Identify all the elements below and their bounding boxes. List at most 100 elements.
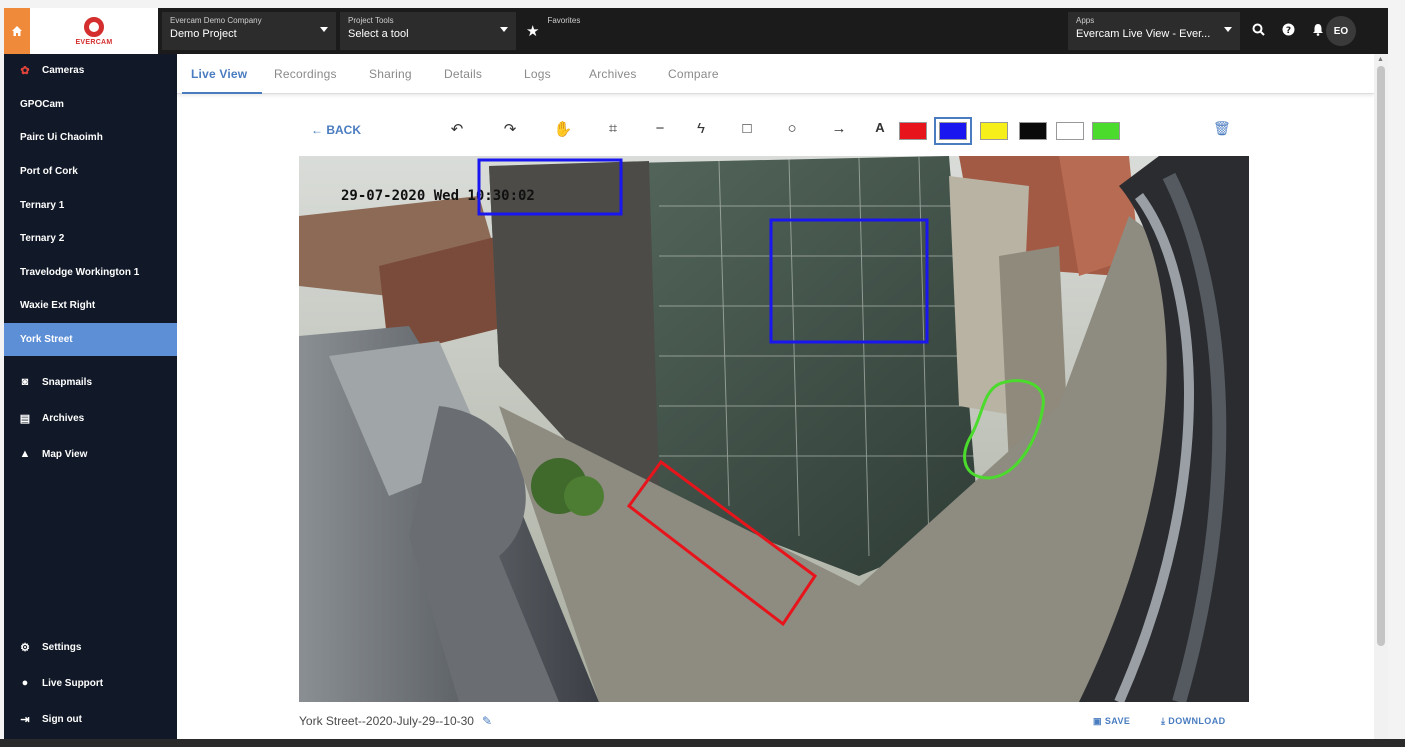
- circle-tool-icon[interactable]: ○: [782, 120, 802, 137]
- map-icon: ▲: [19, 448, 31, 461]
- color-swatch[interactable]: [899, 122, 927, 140]
- download-label: DOWNLOAD: [1168, 716, 1226, 726]
- apps-label: Apps: [1076, 16, 1095, 25]
- arrow-tool-icon[interactable]: →: [829, 120, 849, 137]
- pencil-icon[interactable]: ✎: [482, 714, 492, 728]
- sidebar-cameras-header[interactable]: ✿ Cameras: [4, 54, 177, 88]
- sidebar-item-label: Settings: [42, 641, 82, 653]
- sidebar-camera-item[interactable]: Port of Cork: [4, 155, 177, 189]
- company-label: Evercam Demo Company: [170, 16, 262, 25]
- save-label: SAVE: [1104, 716, 1131, 726]
- sidebar-item-label: Sign out: [42, 713, 82, 725]
- sidebar-camera-item[interactable]: Travelodge Workington 1: [4, 256, 177, 290]
- sidebar-camera-item[interactable]: Pairc Ui Chaoimh: [4, 121, 177, 155]
- scrollbar-thumb[interactable]: [1377, 66, 1385, 646]
- sidebar-item-map-view[interactable]: ▲ Map View: [4, 436, 177, 472]
- chat-icon: ●: [21, 677, 29, 689]
- color-swatch[interactable]: [1092, 122, 1120, 140]
- sidebar-item-label: Live Support: [42, 677, 104, 689]
- trash-icon[interactable]: 🗑: [1213, 120, 1231, 137]
- evercam-logo[interactable]: EVERCAM: [30, 8, 158, 54]
- svg-text:?: ?: [1286, 26, 1291, 36]
- active-tab-indicator: [182, 92, 262, 94]
- tools-label: Project Tools: [348, 16, 394, 25]
- pan-hand-icon[interactable]: ✋: [553, 120, 573, 138]
- sign-out-icon: ⇥: [20, 713, 30, 726]
- sidebar-camera-item[interactable]: York Street: [4, 322, 177, 357]
- camera-snapshot[interactable]: 29-07-2020 Wed 10:30:02: [299, 156, 1249, 702]
- color-swatch[interactable]: [980, 122, 1008, 140]
- undo-icon[interactable]: ↶: [447, 120, 467, 138]
- home-icon: [12, 26, 22, 36]
- color-swatch[interactable]: [1056, 122, 1084, 140]
- camera-list: GPOCam Pairc Ui Chaoimh Port of Cork Ternar…: [4, 88, 177, 357]
- snapshot-image: 29-07-2020 Wed 10:30:02: [299, 156, 1249, 702]
- sidebar-camera-item[interactable]: Waxie Ext Right: [4, 289, 177, 323]
- scroll-up-icon[interactable]: ▲: [1377, 56, 1384, 63]
- archive-icon: ▤: [19, 412, 31, 425]
- apps-dropdown[interactable]: Apps Evercam Live View - Ever...: [1068, 12, 1240, 50]
- tab-live-view[interactable]: Live View: [191, 67, 247, 81]
- user-avatar[interactable]: EO: [1326, 16, 1356, 46]
- save-button[interactable]: ▣ SAVE: [1093, 716, 1130, 727]
- tab-details[interactable]: Details: [444, 67, 482, 81]
- line-tool-icon[interactable]: −: [650, 120, 670, 137]
- sidebar-header-label: Cameras: [42, 65, 85, 77]
- text-tool-icon[interactable]: A: [870, 120, 890, 135]
- company-project-dropdown[interactable]: Evercam Demo Company Demo Project: [162, 12, 336, 50]
- download-icon: ⤓: [1161, 716, 1166, 726]
- sidebar-bottom: ⚙ Settings ● Live Support ⇥ Sign out: [4, 629, 177, 747]
- color-swatch[interactable]: [1019, 122, 1047, 140]
- page-scrollbar[interactable]: ▲ ▼: [1374, 54, 1388, 747]
- tab-recordings[interactable]: Recordings: [274, 67, 337, 81]
- home-button[interactable]: [4, 8, 30, 54]
- logo-text: EVERCAM: [75, 38, 113, 46]
- sidebar-camera-item[interactable]: Ternary 1: [4, 188, 177, 222]
- project-tools-dropdown[interactable]: Project Tools Select a tool: [340, 12, 516, 50]
- sidebar-item-sign-out[interactable]: ⇥ Sign out: [4, 701, 177, 737]
- snapshot-timestamp: 29-07-2020 Wed 10:30:02: [341, 188, 535, 204]
- tab-archives[interactable]: Archives: [589, 67, 637, 81]
- download-button[interactable]: ⤓ DOWNLOAD: [1161, 716, 1226, 727]
- tab-compare[interactable]: Compare: [668, 67, 719, 81]
- sidebar-camera-item[interactable]: GPOCam: [4, 88, 177, 122]
- chevron-down-icon: [1224, 27, 1232, 32]
- chevron-down-icon: [320, 27, 328, 32]
- sidebar-item-live-support[interactable]: ● Live Support: [4, 665, 177, 701]
- tab-bar: Live View Recordings Sharing Details Log…: [177, 54, 1374, 94]
- app-window: EVERCAM Evercam Demo Company Demo Projec…: [4, 8, 1388, 747]
- rectangle-tool-icon[interactable]: □: [737, 120, 757, 137]
- search-icon[interactable]: [1252, 23, 1265, 36]
- tab-logs[interactable]: Logs: [524, 67, 551, 81]
- snapshot-caption: York Street--2020-July-29--10-30 ✎: [299, 714, 492, 728]
- bottom-strip: [0, 739, 1405, 747]
- sidebar-item-archives[interactable]: ▤ Archives: [4, 400, 177, 436]
- sidebar-item-settings[interactable]: ⚙ Settings: [4, 629, 177, 665]
- logo-mark-icon: [84, 16, 104, 37]
- back-button[interactable]: ← BACK: [311, 123, 361, 137]
- sidebar-item-label: Snapmails: [42, 376, 93, 388]
- crop-icon[interactable]: ⌗: [603, 120, 623, 137]
- sidebar-item-snapmails[interactable]: ◙ Snapmails: [4, 364, 177, 400]
- camera-icon: ◙: [21, 376, 29, 389]
- annotation-toolbar: ← BACK ↶ ↷ ✋ ⌗ − ϟ □ ○ → A 🗑: [177, 117, 1374, 145]
- sidebar-item-label: Archives: [42, 412, 85, 424]
- floppy-icon: ▣: [1093, 716, 1102, 726]
- apps-value: Evercam Live View - Ever...: [1076, 28, 1211, 40]
- color-swatch[interactable]: [934, 117, 972, 145]
- help-icon[interactable]: ?: [1282, 23, 1295, 36]
- tools-value: Select a tool: [348, 28, 409, 40]
- favorites-menu[interactable]: ★ Favorites: [526, 16, 580, 40]
- redo-icon[interactable]: ↷: [500, 120, 520, 138]
- star-icon: ★: [526, 23, 540, 40]
- project-value: Demo Project: [170, 28, 237, 40]
- tab-sharing[interactable]: Sharing: [369, 67, 412, 81]
- sidebar-item-label: Map View: [42, 448, 88, 460]
- bell-icon[interactable]: [1312, 23, 1324, 36]
- gear-icon: ⚙: [20, 641, 30, 654]
- freehand-tool-icon[interactable]: ϟ: [691, 120, 711, 137]
- chevron-down-icon: [500, 27, 508, 32]
- sidebar-camera-item[interactable]: Ternary 2: [4, 222, 177, 256]
- top-bar: EVERCAM Evercam Demo Company Demo Projec…: [4, 8, 1388, 54]
- caption-text: York Street--2020-July-29--10-30: [299, 714, 474, 728]
